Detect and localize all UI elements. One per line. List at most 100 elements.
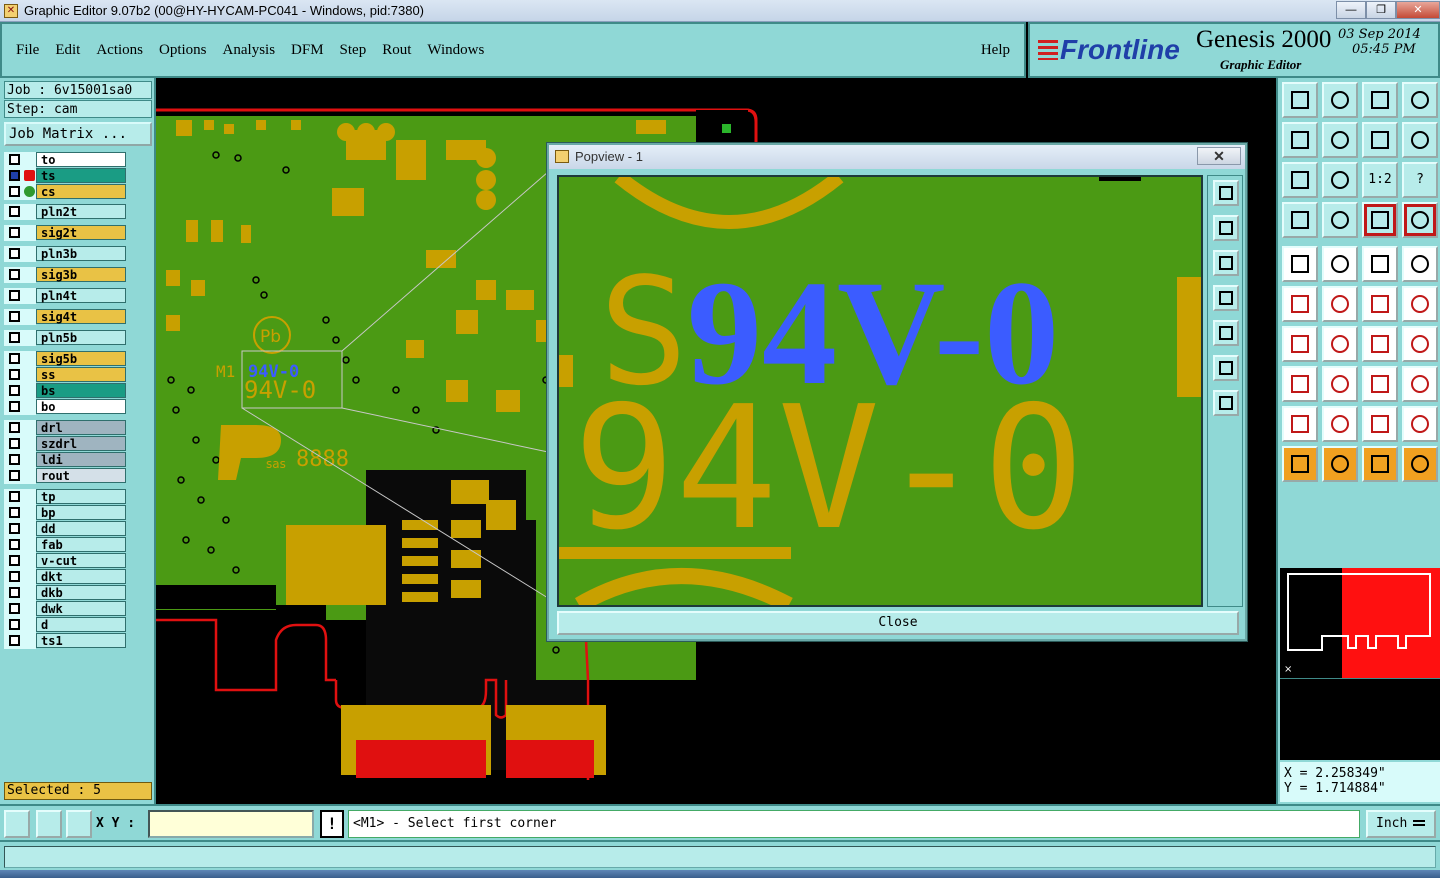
layer-checkbox[interactable] [4,521,36,537]
layer-checkbox[interactable] [4,601,36,617]
layer-row-dkt[interactable]: dkt [4,569,126,585]
move-point-button[interactable] [1282,366,1318,402]
layer-checkbox[interactable] [4,168,36,184]
triangle-a-button[interactable] [1282,406,1318,442]
layer-checkbox[interactable] [4,204,36,220]
triangle-b-button[interactable] [1322,406,1358,442]
layer-row-drl[interactable]: drl [4,420,126,436]
layer-row-pln2t[interactable]: pln2t [4,204,126,220]
layer-row-d[interactable]: d [4,617,126,633]
layer-name[interactable]: to [36,152,126,167]
ruler-button[interactable] [1362,246,1398,282]
popview-zoom-in-button[interactable] [1213,355,1239,381]
cross-select-button[interactable] [1322,286,1358,322]
layer-checkbox[interactable] [4,351,36,367]
layer-name[interactable]: ldi [36,452,126,467]
layer-row-ss[interactable]: ss [4,367,126,383]
home-button[interactable] [1362,82,1398,118]
layer-name[interactable]: pln4t [36,288,126,303]
layer-row-rout[interactable]: rout [4,468,126,484]
horizontal-line-button[interactable] [1322,366,1358,402]
display-options-button[interactable] [1282,202,1318,238]
layer-name[interactable]: rout [36,468,126,483]
popview-pan-right-button[interactable] [1213,320,1239,346]
layer-checkbox[interactable] [4,367,36,383]
layer-checkbox[interactable] [4,246,36,262]
menu-windows[interactable]: Windows [427,42,484,59]
layer-checkbox[interactable] [4,184,36,200]
layer-name[interactable]: ss [36,367,126,382]
layer-name[interactable]: v-cut [36,553,126,568]
popview-zoom-home-button[interactable] [1213,180,1239,206]
layer-checkbox[interactable] [4,225,36,241]
layer-name[interactable]: sig2t [36,225,126,240]
layer-checkbox[interactable] [4,330,36,346]
layer-name[interactable]: drl [36,420,126,435]
pan-down-arrow-button[interactable] [1322,82,1358,118]
popview-pan-down-button[interactable] [1213,250,1239,276]
close-window-button[interactable]: ✕ [1396,1,1440,19]
split-button[interactable] [1402,326,1438,362]
layer-row-fab[interactable]: fab [4,537,126,553]
grid-toggle-button[interactable] [1322,202,1358,238]
line-point-button[interactable] [1362,286,1398,322]
popview-pan-up-button[interactable] [1213,215,1239,241]
layer-row-sig5b[interactable]: sig5b [4,351,126,367]
layer-name[interactable]: ts1 [36,633,126,648]
select-circle-button[interactable] [1362,446,1398,482]
popview-close-button[interactable]: Close [557,611,1239,635]
layer-name[interactable]: fab [36,537,126,552]
triangle-c-button[interactable] [1362,406,1398,442]
triangle-d-button[interactable] [1402,406,1438,442]
layer-checkbox[interactable] [4,489,36,505]
zoom-home-button[interactable] [1282,82,1318,118]
layer-row-ts1[interactable]: ts1 [4,633,126,649]
layer-name[interactable]: bo [36,399,126,414]
stretch-button[interactable] [1362,366,1398,402]
layer-name[interactable]: dkt [36,569,126,584]
layer-name[interactable]: bs [36,383,126,398]
layer-name[interactable]: pln2t [36,204,126,219]
node-select-button[interactable] [1282,286,1318,322]
layer-row-bs[interactable]: bs [4,383,126,399]
layer-name[interactable]: dwk [36,601,126,616]
angle-button[interactable] [1282,326,1318,362]
layer-row-to[interactable]: to [4,152,126,168]
layer-row-bo[interactable]: bo [4,399,126,415]
exclamation-button[interactable]: ! [320,810,344,838]
layer-name[interactable]: ts [36,168,126,183]
layer-name[interactable]: sig3b [36,267,126,282]
layer-name[interactable]: sig5b [36,351,126,366]
menu-analysis[interactable]: Analysis [223,42,276,59]
layer-name[interactable]: sig4t [36,309,126,324]
zoom-center-button[interactable] [1322,162,1358,198]
layer-checkbox[interactable] [4,267,36,283]
minimize-button[interactable]: — [1336,1,1366,19]
popview-pan-left-button[interactable] [1213,285,1239,311]
layer-checkbox[interactable] [4,468,36,484]
pointer-button[interactable] [1282,446,1318,482]
redraw-s-button[interactable] [1402,122,1438,158]
layer-checkbox[interactable] [4,309,36,325]
layer-checkbox[interactable] [4,585,36,601]
layer-compare-button[interactable] [1362,202,1398,238]
snap-mode-button[interactable] [4,810,30,838]
select-multi-button[interactable] [1402,446,1438,482]
menu-rout[interactable]: Rout [382,42,411,59]
xy-input[interactable] [148,810,314,838]
feature-line-button[interactable] [1322,246,1358,282]
slope-line-button[interactable] [1322,326,1358,362]
popview-zoom-area[interactable]: S 94V-0 94V-0 [557,175,1203,607]
menu-file[interactable]: File [16,42,39,59]
window-fit-button[interactable] [1402,82,1438,118]
layer-row-cs[interactable]: cs [4,184,126,200]
layer-checkbox[interactable] [4,399,36,415]
measure-mode-button[interactable] [36,810,62,838]
feature-circle-button[interactable] [1402,246,1438,282]
line-point-2-button[interactable] [1402,286,1438,322]
layer-checkbox[interactable] [4,452,36,468]
popview-close-x-button[interactable]: ✕ [1197,147,1241,165]
layer-name[interactable]: dd [36,521,126,536]
layer-checkbox[interactable] [4,152,36,168]
layer-row-dkb[interactable]: dkb [4,585,126,601]
